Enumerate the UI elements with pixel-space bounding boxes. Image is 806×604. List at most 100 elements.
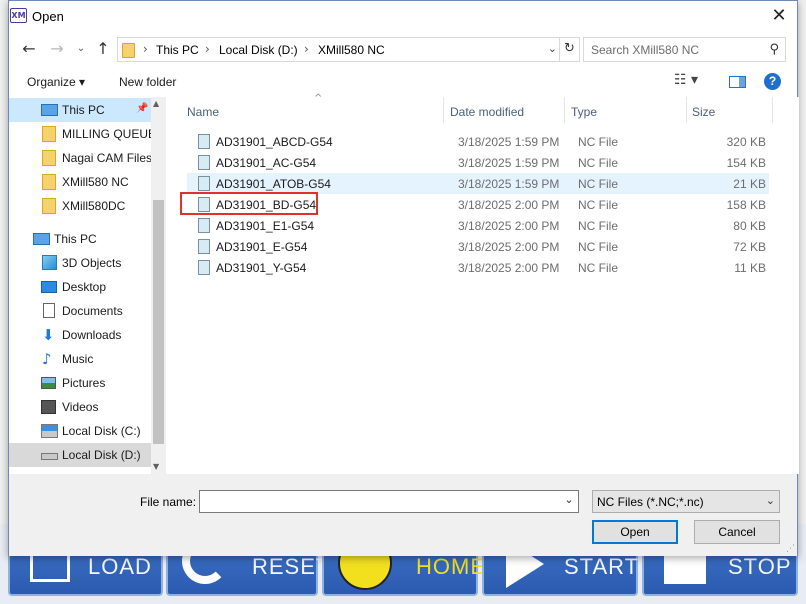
file-size: 154 KB bbox=[726, 156, 766, 170]
file-row[interactable]: AD31901_E-G54 3/18/2025 2:00 PM NC File … bbox=[187, 236, 769, 257]
resize-grip-icon[interactable]: ⋰ bbox=[786, 544, 795, 554]
scroll-up-icon[interactable]: ▲ bbox=[153, 99, 159, 108]
file-type: NC File bbox=[578, 261, 619, 275]
sidebar-item-milling-queue[interactable]: MILLING QUEUE bbox=[9, 122, 156, 146]
search-input[interactable]: Search XMill580 NC ⚲ bbox=[583, 37, 786, 62]
pin-icon[interactable]: 📌 bbox=[136, 103, 148, 114]
sidebar-item-xmill580dc[interactable]: XMill580DC bbox=[9, 194, 151, 218]
breadcrumb-local-disk-d[interactable]: Local Disk (D:) bbox=[219, 43, 298, 57]
refresh-icon[interactable]: ↻ bbox=[559, 38, 579, 61]
sidebar-item-label: XMill580 NC bbox=[62, 175, 129, 189]
chevron-right-icon: › bbox=[304, 42, 309, 56]
column-divider[interactable] bbox=[686, 97, 687, 123]
cancel-button[interactable]: Cancel bbox=[694, 520, 780, 544]
file-size: 21 KB bbox=[733, 177, 766, 191]
nav-pane-scrollbar[interactable]: ▲ ▼ bbox=[151, 97, 166, 474]
folder-icon bbox=[42, 198, 56, 214]
title-bar: XM Open ✕ bbox=[9, 1, 797, 32]
nc-file-icon bbox=[198, 218, 210, 233]
nc-file-icon bbox=[198, 155, 210, 170]
back-arrow-icon[interactable]: ← bbox=[19, 38, 39, 60]
file-date: 3/18/2025 1:59 PM bbox=[458, 177, 560, 191]
sidebar-item-this-pc-quick[interactable]: This PC 📌 bbox=[9, 98, 151, 122]
sidebar-item-music[interactable]: ♪ Music bbox=[9, 347, 151, 371]
file-name-dropdown[interactable]: ⌄ bbox=[559, 490, 579, 513]
chevron-down-icon[interactable]: ⌄ bbox=[548, 42, 557, 55]
file-size: 158 KB bbox=[726, 198, 766, 212]
sidebar-item-documents[interactable]: Documents bbox=[9, 299, 151, 323]
file-size: 80 KB bbox=[733, 219, 766, 233]
navigation-pane: This PC 📌 MILLING QUEUE Nagai CAM Files … bbox=[9, 97, 166, 474]
column-header-name[interactable]: Name bbox=[187, 97, 443, 125]
sidebar-item-3d-objects[interactable]: 3D Objects bbox=[9, 251, 151, 275]
folder-icon bbox=[42, 150, 56, 166]
downloads-icon: ⬇ bbox=[42, 326, 55, 344]
column-divider[interactable] bbox=[443, 97, 444, 123]
column-divider[interactable] bbox=[772, 97, 773, 123]
file-type-filter-label: NC Files (*.NC;*.nc) bbox=[597, 495, 704, 509]
column-header-type[interactable]: Type bbox=[571, 97, 686, 125]
scroll-down-icon[interactable]: ▼ bbox=[153, 462, 159, 471]
column-header-date[interactable]: Date modified bbox=[450, 97, 565, 125]
file-row[interactable]: AD31901_ATOB-G54 3/18/2025 1:59 PM NC Fi… bbox=[187, 173, 769, 194]
3d-objects-icon bbox=[42, 255, 57, 270]
file-name-input[interactable] bbox=[199, 490, 579, 513]
breadcrumb-this-pc[interactable]: This PC bbox=[156, 43, 199, 57]
file-name: AD31901_AC-G54 bbox=[216, 156, 317, 170]
sidebar-item-desktop[interactable]: Desktop bbox=[9, 275, 151, 299]
file-name: AD31901_Y-G54 bbox=[216, 261, 307, 275]
nc-file-icon bbox=[198, 134, 210, 149]
sidebar-item-local-disk-c[interactable]: Local Disk (C:) bbox=[9, 419, 151, 443]
recent-locations-icon[interactable]: ⌄ bbox=[71, 38, 91, 60]
column-name-label: Name bbox=[187, 105, 220, 119]
videos-icon bbox=[41, 400, 56, 414]
scrollbar-thumb[interactable] bbox=[153, 200, 164, 444]
close-button[interactable]: ✕ bbox=[765, 5, 793, 29]
highlight-box bbox=[180, 192, 318, 215]
app-icon: XM bbox=[10, 8, 27, 23]
file-date: 3/18/2025 2:00 PM bbox=[458, 240, 560, 254]
column-size-label: Size bbox=[692, 105, 716, 119]
file-row[interactable]: AD31901_AC-G54 3/18/2025 1:59 PM NC File… bbox=[187, 152, 769, 173]
sidebar-item-downloads[interactable]: ⬇ Downloads bbox=[9, 323, 151, 347]
load-label: LOAD bbox=[88, 554, 152, 579]
sidebar-item-label: MILLING QUEUE bbox=[62, 127, 157, 141]
chevron-right-icon: › bbox=[205, 42, 210, 56]
file-type: NC File bbox=[578, 156, 619, 170]
organize-menu[interactable]: Organize ▾ bbox=[27, 75, 85, 89]
pictures-icon bbox=[41, 377, 56, 389]
sidebar-item-this-pc[interactable]: This PC bbox=[9, 227, 151, 251]
column-date-label: Date modified bbox=[450, 105, 525, 119]
sidebar-item-label: Local Disk (D:) bbox=[62, 448, 141, 462]
file-row[interactable]: AD31901_E1-G54 3/18/2025 2:00 PM NC File… bbox=[187, 215, 769, 236]
file-name: AD31901_E1-G54 bbox=[216, 219, 315, 233]
file-date: 3/18/2025 1:59 PM bbox=[458, 135, 560, 149]
help-icon[interactable]: ? bbox=[764, 73, 781, 90]
preview-pane-icon[interactable] bbox=[729, 76, 746, 88]
sidebar-item-videos[interactable]: Videos bbox=[9, 395, 151, 419]
column-header-size[interactable]: Size bbox=[692, 97, 772, 125]
sidebar-item-label: XMill580DC bbox=[62, 199, 126, 213]
up-arrow-icon[interactable]: ↑ bbox=[93, 38, 113, 60]
view-options-icon[interactable]: ☷ ▾ bbox=[674, 72, 698, 88]
sidebar-item-pictures[interactable]: Pictures bbox=[9, 371, 151, 395]
file-row[interactable]: AD31901_Y-G54 3/18/2025 2:00 PM NC File … bbox=[187, 257, 769, 278]
nc-file-icon bbox=[198, 260, 210, 275]
file-name: AD31901_ABCD-G54 bbox=[216, 135, 333, 149]
file-type-filter[interactable]: NC Files (*.NC;*.nc) ⌄ bbox=[592, 490, 780, 513]
sidebar-item-xmill580-nc[interactable]: XMill580 NC bbox=[9, 170, 151, 194]
column-divider[interactable] bbox=[564, 97, 565, 123]
forward-arrow-icon[interactable]: → bbox=[47, 38, 67, 60]
chevron-down-icon: ⌄ bbox=[765, 494, 775, 507]
address-bar[interactable]: › This PC › Local Disk (D:) › XMill580 N… bbox=[117, 37, 580, 62]
nc-file-icon bbox=[198, 176, 210, 191]
open-button[interactable]: Open bbox=[592, 520, 678, 544]
file-row[interactable]: AD31901_ABCD-G54 3/18/2025 1:59 PM NC Fi… bbox=[187, 131, 769, 152]
documents-icon bbox=[43, 303, 55, 318]
folder-icon bbox=[42, 174, 56, 190]
chevron-right-icon: › bbox=[143, 42, 148, 56]
breadcrumb-xmill580-nc[interactable]: XMill580 NC bbox=[318, 43, 385, 57]
sidebar-item-local-disk-d[interactable]: Local Disk (D:) bbox=[9, 443, 151, 467]
sidebar-item-nagai-cam-files[interactable]: Nagai CAM Files bbox=[9, 146, 152, 170]
new-folder-button[interactable]: New folder bbox=[119, 75, 176, 89]
